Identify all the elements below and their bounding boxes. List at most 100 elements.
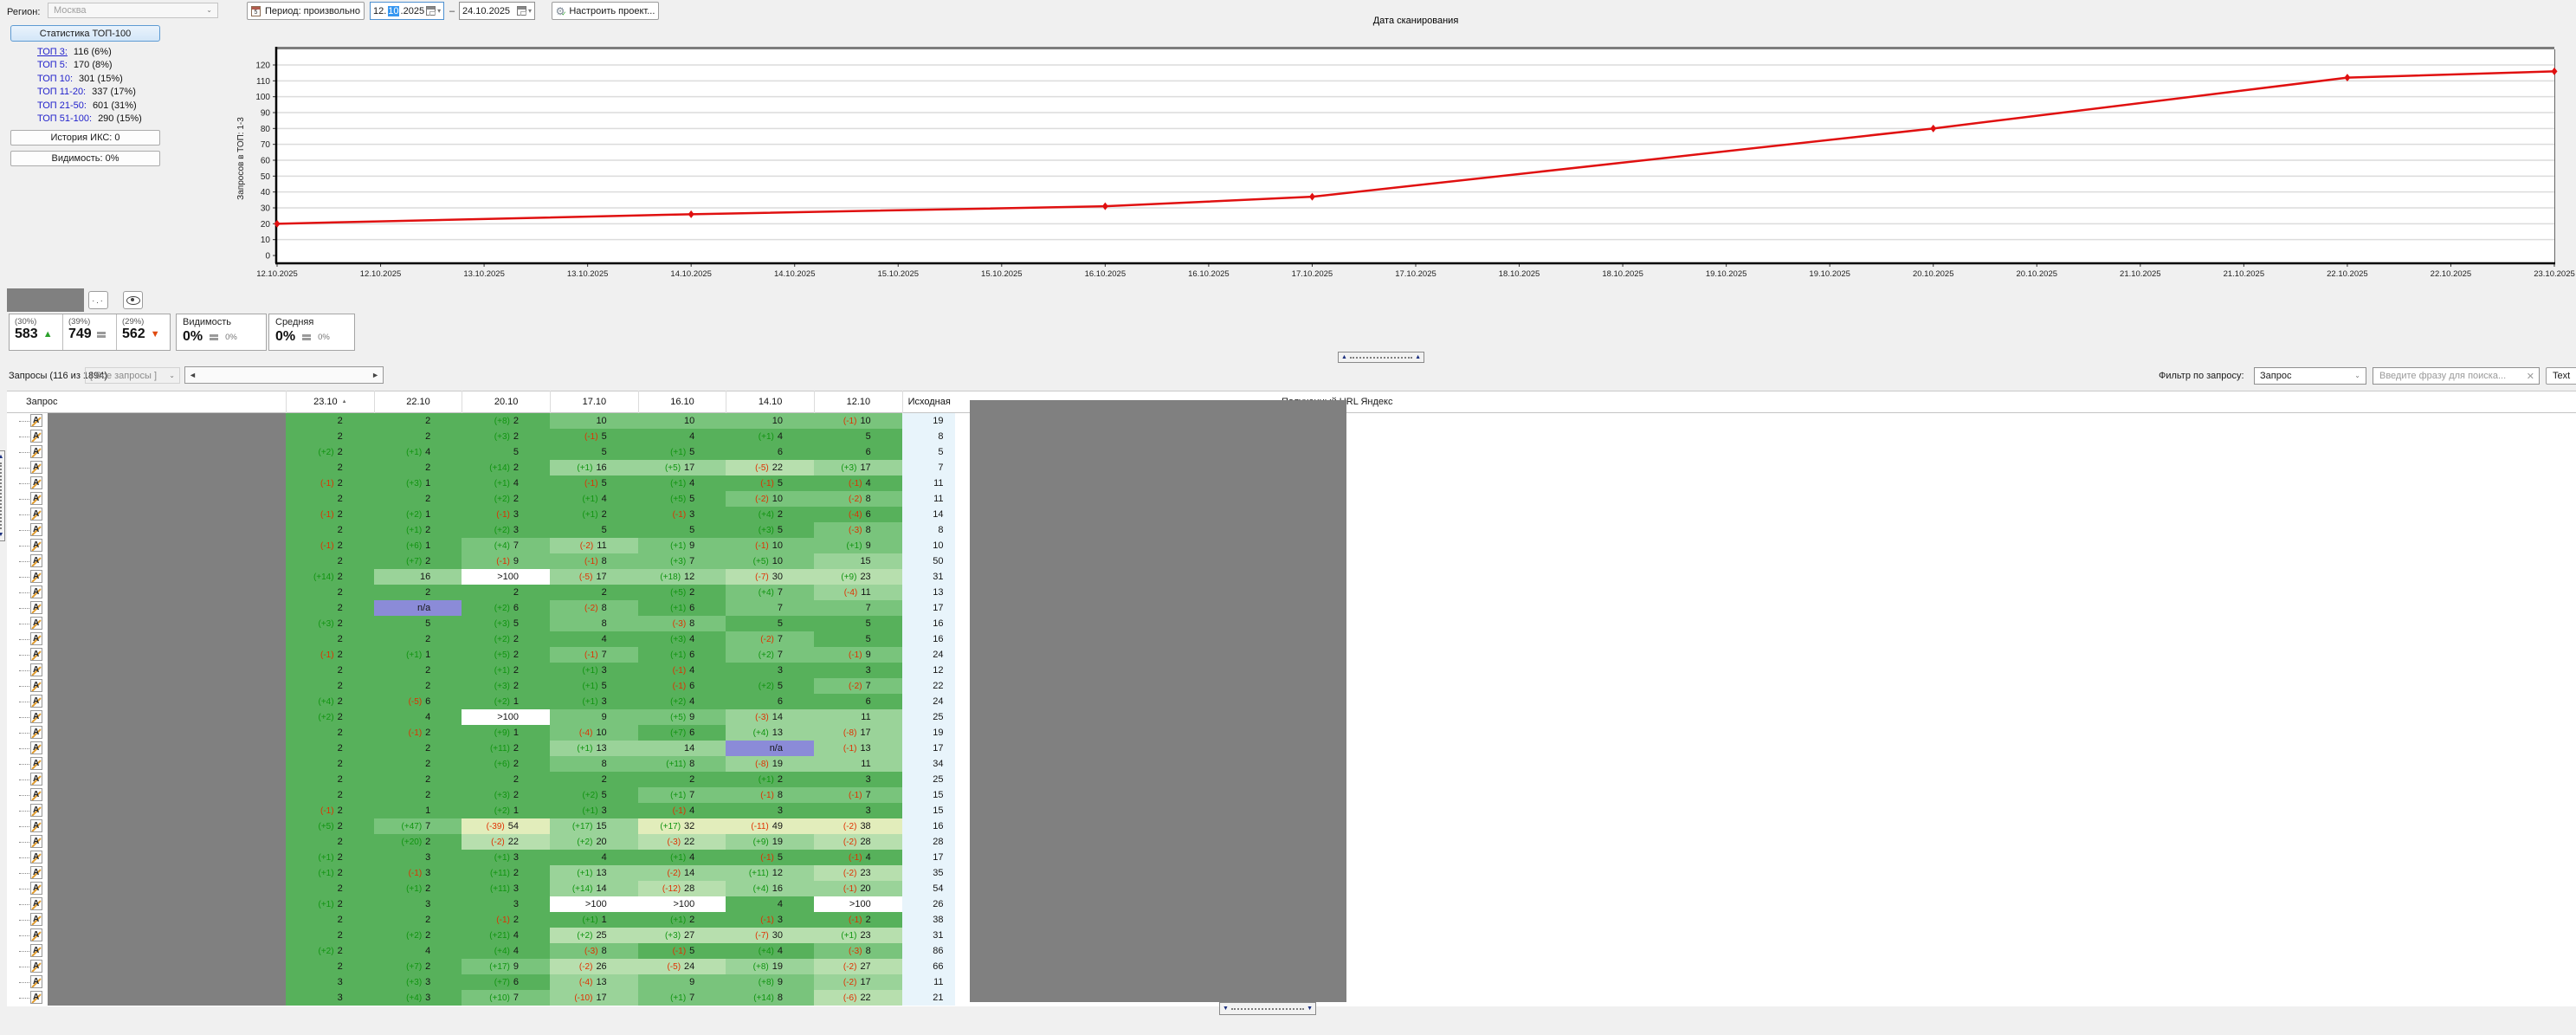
left-edge-slider[interactable]: ▲ ▼ xyxy=(0,450,5,541)
position-cell: (-1) 2 xyxy=(373,725,462,741)
position-change: (-2) xyxy=(491,837,505,847)
tree-connector xyxy=(19,421,29,422)
position-change: (-1) xyxy=(755,540,769,551)
position-cell: (+7) 6 xyxy=(462,974,550,990)
date-column-header[interactable]: 12.10 xyxy=(814,391,902,413)
position-cell: (+2) 4 xyxy=(637,694,726,709)
date-column-header[interactable]: 17.10 xyxy=(550,391,638,413)
position-cell: (+17) 32 xyxy=(637,818,726,834)
position-change: (+3) xyxy=(494,431,510,442)
date-column-header[interactable]: 14.10 xyxy=(726,391,814,413)
position-value: 7 xyxy=(865,603,871,613)
tree-connector xyxy=(19,577,29,578)
position-cell: (+1) 4 xyxy=(726,429,814,444)
position-cell: (+7) 6 xyxy=(637,725,726,741)
position-value: 2 xyxy=(337,712,343,722)
position-cell: 2 xyxy=(286,429,374,444)
position-value: 10 xyxy=(684,416,695,426)
date-column-header[interactable]: 20.10 xyxy=(462,391,550,413)
position-cell: (-1) 8 xyxy=(550,553,638,569)
position-change: (-1) xyxy=(843,883,857,894)
position-value: 4 xyxy=(689,805,695,816)
position-cell: (-3) 8 xyxy=(637,616,726,631)
position-change: (+10) xyxy=(489,993,510,1003)
eye-button[interactable] xyxy=(123,291,143,309)
position-cell: 1 xyxy=(373,803,462,818)
initial-position-cell: 66 xyxy=(901,959,956,974)
table-width-slider[interactable]: ▼ ▼ xyxy=(1219,1002,1316,1015)
position-value: >100 xyxy=(673,899,695,909)
position-cell: (+1) 4 xyxy=(462,475,550,491)
position-cell: (-3) 8 xyxy=(814,943,902,959)
position-value: 2 xyxy=(337,883,343,894)
position-cell: (-8) 17 xyxy=(814,725,902,741)
position-value: 2 xyxy=(601,587,607,598)
query-type-icon: A xyxy=(30,788,42,801)
position-value: 6 xyxy=(689,728,695,738)
position-value: 3 xyxy=(601,665,607,676)
tree-connector xyxy=(19,998,29,999)
position-change: (+2) xyxy=(494,634,510,644)
position-change: (+2) xyxy=(577,930,593,941)
position-cell: (+1) 2 xyxy=(550,507,638,522)
position-cell: (-5) 22 xyxy=(726,460,814,475)
scroll-left-icon[interactable]: ◄ xyxy=(189,371,197,379)
position-cell: (+14) 2 xyxy=(462,460,550,475)
position-value: 5 xyxy=(689,447,695,457)
position-change: (+1) xyxy=(841,930,857,941)
position-value: 2 xyxy=(337,618,343,629)
initial-position-cell: 86 xyxy=(901,943,956,959)
more-button[interactable]: ·.· xyxy=(88,291,108,309)
query-type-icon: A xyxy=(30,554,42,567)
position-value: 3 xyxy=(865,774,871,785)
position-change: (-1) xyxy=(849,478,862,488)
position-value: 11 xyxy=(861,759,871,769)
position-value: 4 xyxy=(513,946,519,956)
queries-scrollbar[interactable]: ◄ ► xyxy=(184,366,384,384)
position-cell: 2 xyxy=(286,928,374,943)
position-change: (-1) xyxy=(760,790,774,800)
scroll-right-icon[interactable]: ► xyxy=(371,371,379,379)
position-cell: (-1) 7 xyxy=(550,647,638,663)
all-queries-dropdown[interactable]: [ Все запросы ] ⌄ xyxy=(85,367,180,384)
position-change: (+11) xyxy=(666,759,687,769)
position-value: 2 xyxy=(865,915,871,925)
text-button[interactable]: Text xyxy=(2546,367,2576,385)
position-change: (+1) xyxy=(318,852,334,863)
query-type-icon: A xyxy=(30,414,42,427)
position-value: >100 xyxy=(584,899,607,909)
position-cell: 6 xyxy=(726,444,814,460)
position-value: 7 xyxy=(777,634,783,644)
position-cell: (-2) 7 xyxy=(726,631,814,647)
position-value: 6 xyxy=(513,977,519,987)
position-change: (-1) xyxy=(672,681,687,691)
position-value: 2 xyxy=(425,431,431,442)
position-cell: 2 xyxy=(286,787,374,803)
svg-text:0: 0 xyxy=(265,252,270,262)
query-type-icon: A xyxy=(30,617,42,630)
eye-icon xyxy=(126,295,140,305)
position-cell: (-1) 7 xyxy=(814,787,902,803)
position-cell: (-1) 3 xyxy=(637,507,726,522)
position-value: 3 xyxy=(777,665,783,676)
date-column-header[interactable]: 16.10 xyxy=(637,391,726,413)
svg-text:22.10.2025: 22.10.2025 xyxy=(2327,269,2368,279)
date-column-header[interactable]: 23.10 ▲ xyxy=(286,391,374,413)
position-change: (-2) xyxy=(849,494,862,504)
position-cell: 2 xyxy=(286,881,374,896)
position-cell: 2 xyxy=(286,959,374,974)
filter-search-input[interactable] xyxy=(2378,370,2523,382)
position-value: 2 xyxy=(337,509,343,520)
query-column-header[interactable]: Запрос xyxy=(26,397,57,407)
chart-width-slider[interactable]: ▲ ▲ xyxy=(1338,352,1424,363)
clear-icon[interactable]: ✕ xyxy=(2527,371,2534,382)
filter-search-box[interactable]: ✕ xyxy=(2373,367,2540,385)
position-cell: (-1) 2 xyxy=(462,912,550,928)
date-column-header[interactable]: 22.10 xyxy=(373,391,462,413)
position-value: 13 xyxy=(860,743,871,754)
filter-field-dropdown[interactable]: Запрос ⌄ xyxy=(2254,367,2366,385)
initial-column-header[interactable]: Исходная xyxy=(901,391,956,413)
position-value: 8 xyxy=(865,946,871,956)
position-value: 4 xyxy=(513,930,519,941)
position-cell: 6 xyxy=(814,694,902,709)
